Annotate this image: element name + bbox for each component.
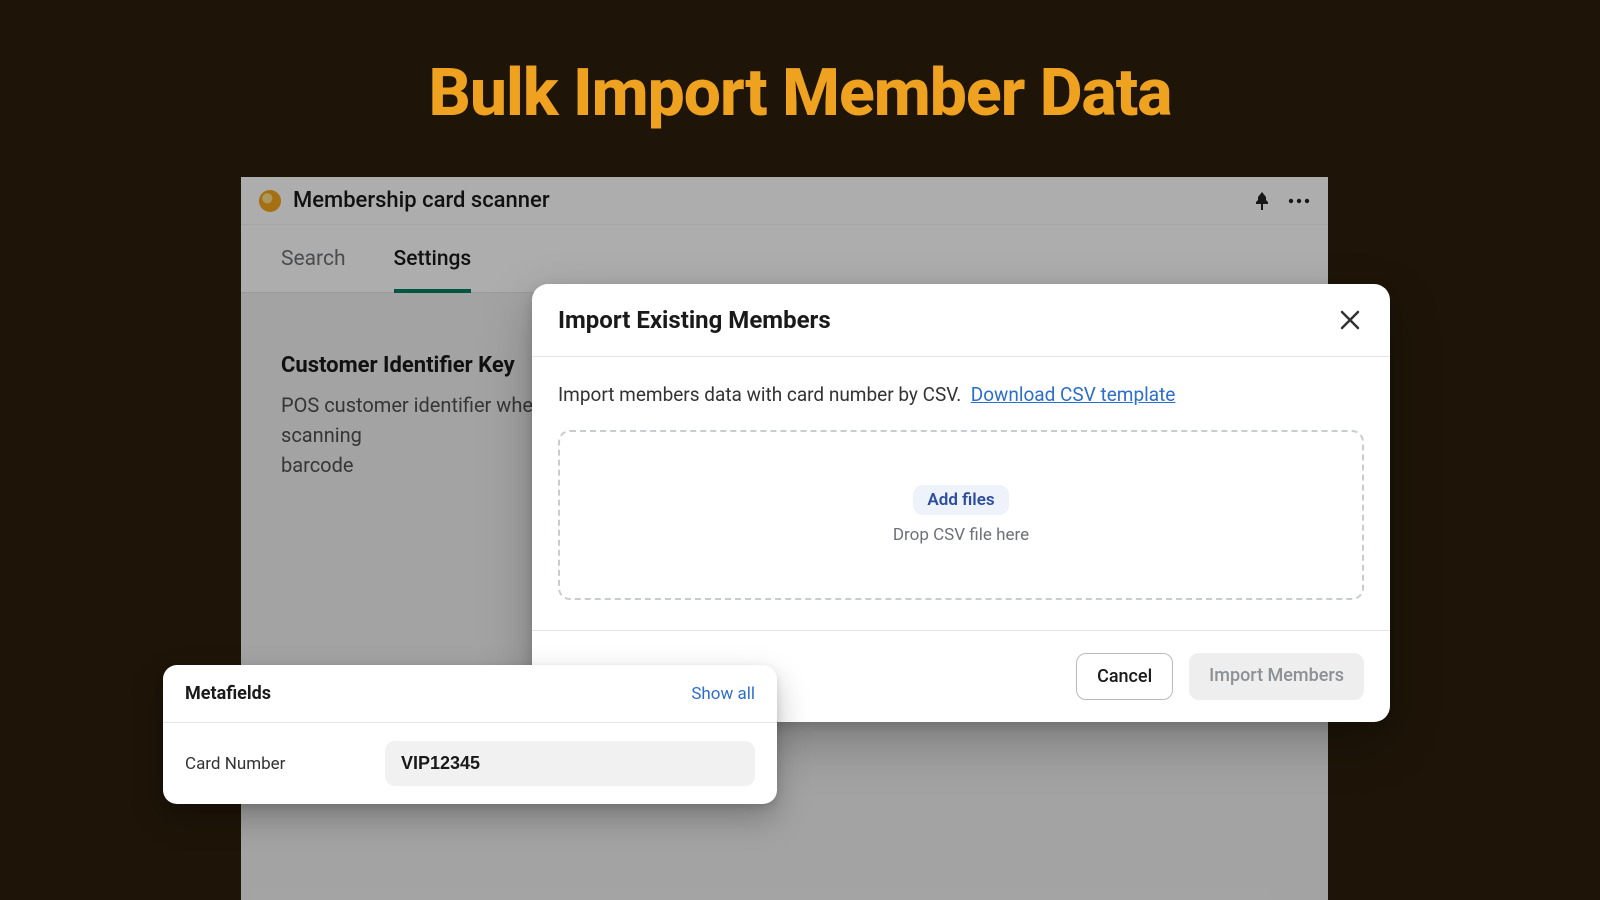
app-header: Membership card scanner xyxy=(241,177,1328,225)
section-desc-line1: POS customer identifier when scanning xyxy=(281,393,544,447)
import-members-button[interactable]: Import Members xyxy=(1189,653,1364,700)
download-template-link[interactable]: Download CSV template xyxy=(971,383,1176,406)
tabs: Search Settings xyxy=(241,225,1328,293)
pin-icon[interactable] xyxy=(1254,192,1270,210)
close-icon[interactable] xyxy=(1336,306,1364,334)
modal-subtext: Import members data with card number by … xyxy=(558,383,1364,406)
more-icon[interactable] xyxy=(1288,198,1310,204)
metafields-title: Metafields xyxy=(185,683,271,704)
file-dropzone[interactable]: Add files Drop CSV file here xyxy=(558,430,1364,600)
section-desc-line2: barcode xyxy=(281,453,353,477)
metafield-row: Card Number xyxy=(163,723,777,804)
modal-body: Import members data with card number by … xyxy=(532,357,1390,630)
import-modal: Import Existing Members Import members d… xyxy=(532,284,1390,722)
modal-title: Import Existing Members xyxy=(558,306,831,334)
modal-header: Import Existing Members xyxy=(532,284,1390,357)
cancel-button[interactable]: Cancel xyxy=(1076,653,1173,700)
add-files-button[interactable]: Add files xyxy=(913,485,1008,515)
app-title: Membership card scanner xyxy=(293,188,550,213)
hero-title: Bulk Import Member Data xyxy=(0,55,1600,132)
app-logo-icon xyxy=(259,190,281,212)
metafields-card: Metafields Show all Card Number xyxy=(163,665,777,804)
drop-hint: Drop CSV file here xyxy=(893,525,1029,545)
card-number-input[interactable] xyxy=(385,741,755,786)
tab-search[interactable]: Search xyxy=(281,247,346,292)
tab-settings[interactable]: Settings xyxy=(394,247,472,293)
modal-subtext-text: Import members data with card number by … xyxy=(558,383,961,406)
metafields-header: Metafields Show all xyxy=(163,665,777,723)
card-number-label: Card Number xyxy=(185,754,345,774)
show-all-link[interactable]: Show all xyxy=(691,684,755,704)
